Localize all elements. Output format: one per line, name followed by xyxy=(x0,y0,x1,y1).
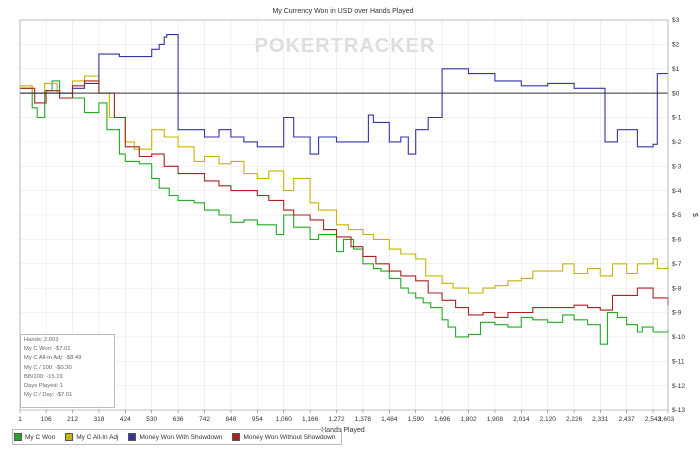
x-tick-label: 1,272 xyxy=(328,416,345,423)
stats-box: Hands: 2,603 My C Won: -$7.01 My C All-I… xyxy=(20,334,115,408)
y-tick-label: $-10 xyxy=(672,334,685,341)
series-line-my-c-won xyxy=(20,80,669,345)
y-tick-label: $-7 xyxy=(672,261,682,268)
x-tick-label: 742 xyxy=(199,416,210,423)
y-tick-label: $0 xyxy=(672,90,680,97)
x-tick-label: 848 xyxy=(226,416,237,423)
x-tick-label: 1,696 xyxy=(434,416,451,423)
y-axis-label: $ xyxy=(691,213,698,217)
legend-label: My C All-In Adj xyxy=(76,433,119,441)
watermark-logo: POKERTRACKER xyxy=(255,35,436,57)
x-tick-label: 2,014 xyxy=(513,416,530,423)
y-tick-label: $-6 xyxy=(672,237,682,244)
legend-swatch xyxy=(232,433,241,441)
stat-per-day: My C / Day: -$7.01 xyxy=(24,392,73,399)
stat-days-played: Days Played: 1 xyxy=(24,383,63,390)
legend-item: My C Won xyxy=(14,433,55,441)
legend: My C Won My C All-In Adj Money Won With Sh… xyxy=(14,430,345,444)
x-tick-label: 2,437 xyxy=(619,416,636,423)
x-tick-label: 424 xyxy=(120,416,131,423)
legend-label: Money Won Without Showdown xyxy=(243,433,336,441)
legend-label: My C Won xyxy=(25,433,56,441)
x-tick-label: 2,603 xyxy=(658,416,675,423)
legend-item: Money Won Without Showdown xyxy=(232,433,335,441)
legend-label: Money Won With Showdown xyxy=(139,433,223,441)
y-tick-label: $-1 xyxy=(672,115,682,122)
stat-my-c-won: My C Won: -$7.01 xyxy=(24,346,71,353)
stat-all-in-adj: My C All-In Adj: -$8.49 xyxy=(24,355,82,362)
x-tick-label: 212 xyxy=(67,416,78,423)
x-tick-label: 1,590 xyxy=(408,416,425,423)
x-tick-label: 636 xyxy=(173,416,184,423)
x-tick-label: 2,331 xyxy=(592,416,609,423)
x-tick-label: 1,378 xyxy=(355,416,372,423)
y-tick-label: $-3 xyxy=(672,163,682,170)
y-tick-label: $2 xyxy=(672,42,680,49)
x-tick-label: 1,908 xyxy=(487,416,504,423)
x-tick-label: 954 xyxy=(252,416,263,423)
x-tick-label: 1 xyxy=(18,416,22,423)
stat-bb-100: BB/100: -15.19 xyxy=(24,373,63,380)
y-tick-label: $-13 xyxy=(672,407,685,414)
x-tick-label: 530 xyxy=(146,416,157,423)
x-tick-label: 318 xyxy=(94,416,105,423)
y-tick-label: $-4 xyxy=(672,188,682,195)
series-line-money-won-without-showdown xyxy=(20,80,669,318)
y-tick-label: $-12 xyxy=(672,383,685,390)
y-tick-label: $-8 xyxy=(672,285,682,292)
legend-swatch xyxy=(128,433,137,441)
legend-swatch xyxy=(14,433,22,441)
x-tick-label: 106 xyxy=(41,416,52,423)
legend-item: My C All-In Adj xyxy=(65,433,118,441)
chart-root: My Currency Won in USD over Hands Played… xyxy=(0,0,700,452)
x-tick-label: 1,802 xyxy=(460,416,477,423)
y-tick-label: $-11 xyxy=(672,358,685,365)
x-tick-label: 1,484 xyxy=(381,416,398,423)
series-line-my-c-all-in-adj xyxy=(20,75,669,294)
x-tick-label: 1,166 xyxy=(302,416,319,423)
legend-item: Money Won With Showdown xyxy=(128,433,222,441)
stat-hands: Hands: 2,603 xyxy=(24,337,59,343)
chart-title: My Currency Won in USD over Hands Played xyxy=(272,8,413,15)
grid xyxy=(19,19,669,411)
axes: $3 $2 $1 $0 $-1 $-2 $-3 $-4 $-5 $-6 $-7 $-8 $-9 $-10 $… xyxy=(18,17,685,423)
x-tick-label: 2,120 xyxy=(540,416,557,423)
stat-per-100: My C / 100: -$0.30 xyxy=(24,364,72,371)
y-tick-label: $-9 xyxy=(672,310,682,317)
y-tick-label: $3 xyxy=(672,17,680,24)
x-tick-label: 2,226 xyxy=(566,416,583,423)
series-group xyxy=(20,34,669,345)
x-tick-label: 1,060 xyxy=(276,416,293,423)
y-tick-label: $-2 xyxy=(672,139,682,146)
y-tick-label: $1 xyxy=(672,66,680,73)
legend-swatch xyxy=(65,433,74,441)
y-tick-label: $-5 xyxy=(672,212,682,219)
